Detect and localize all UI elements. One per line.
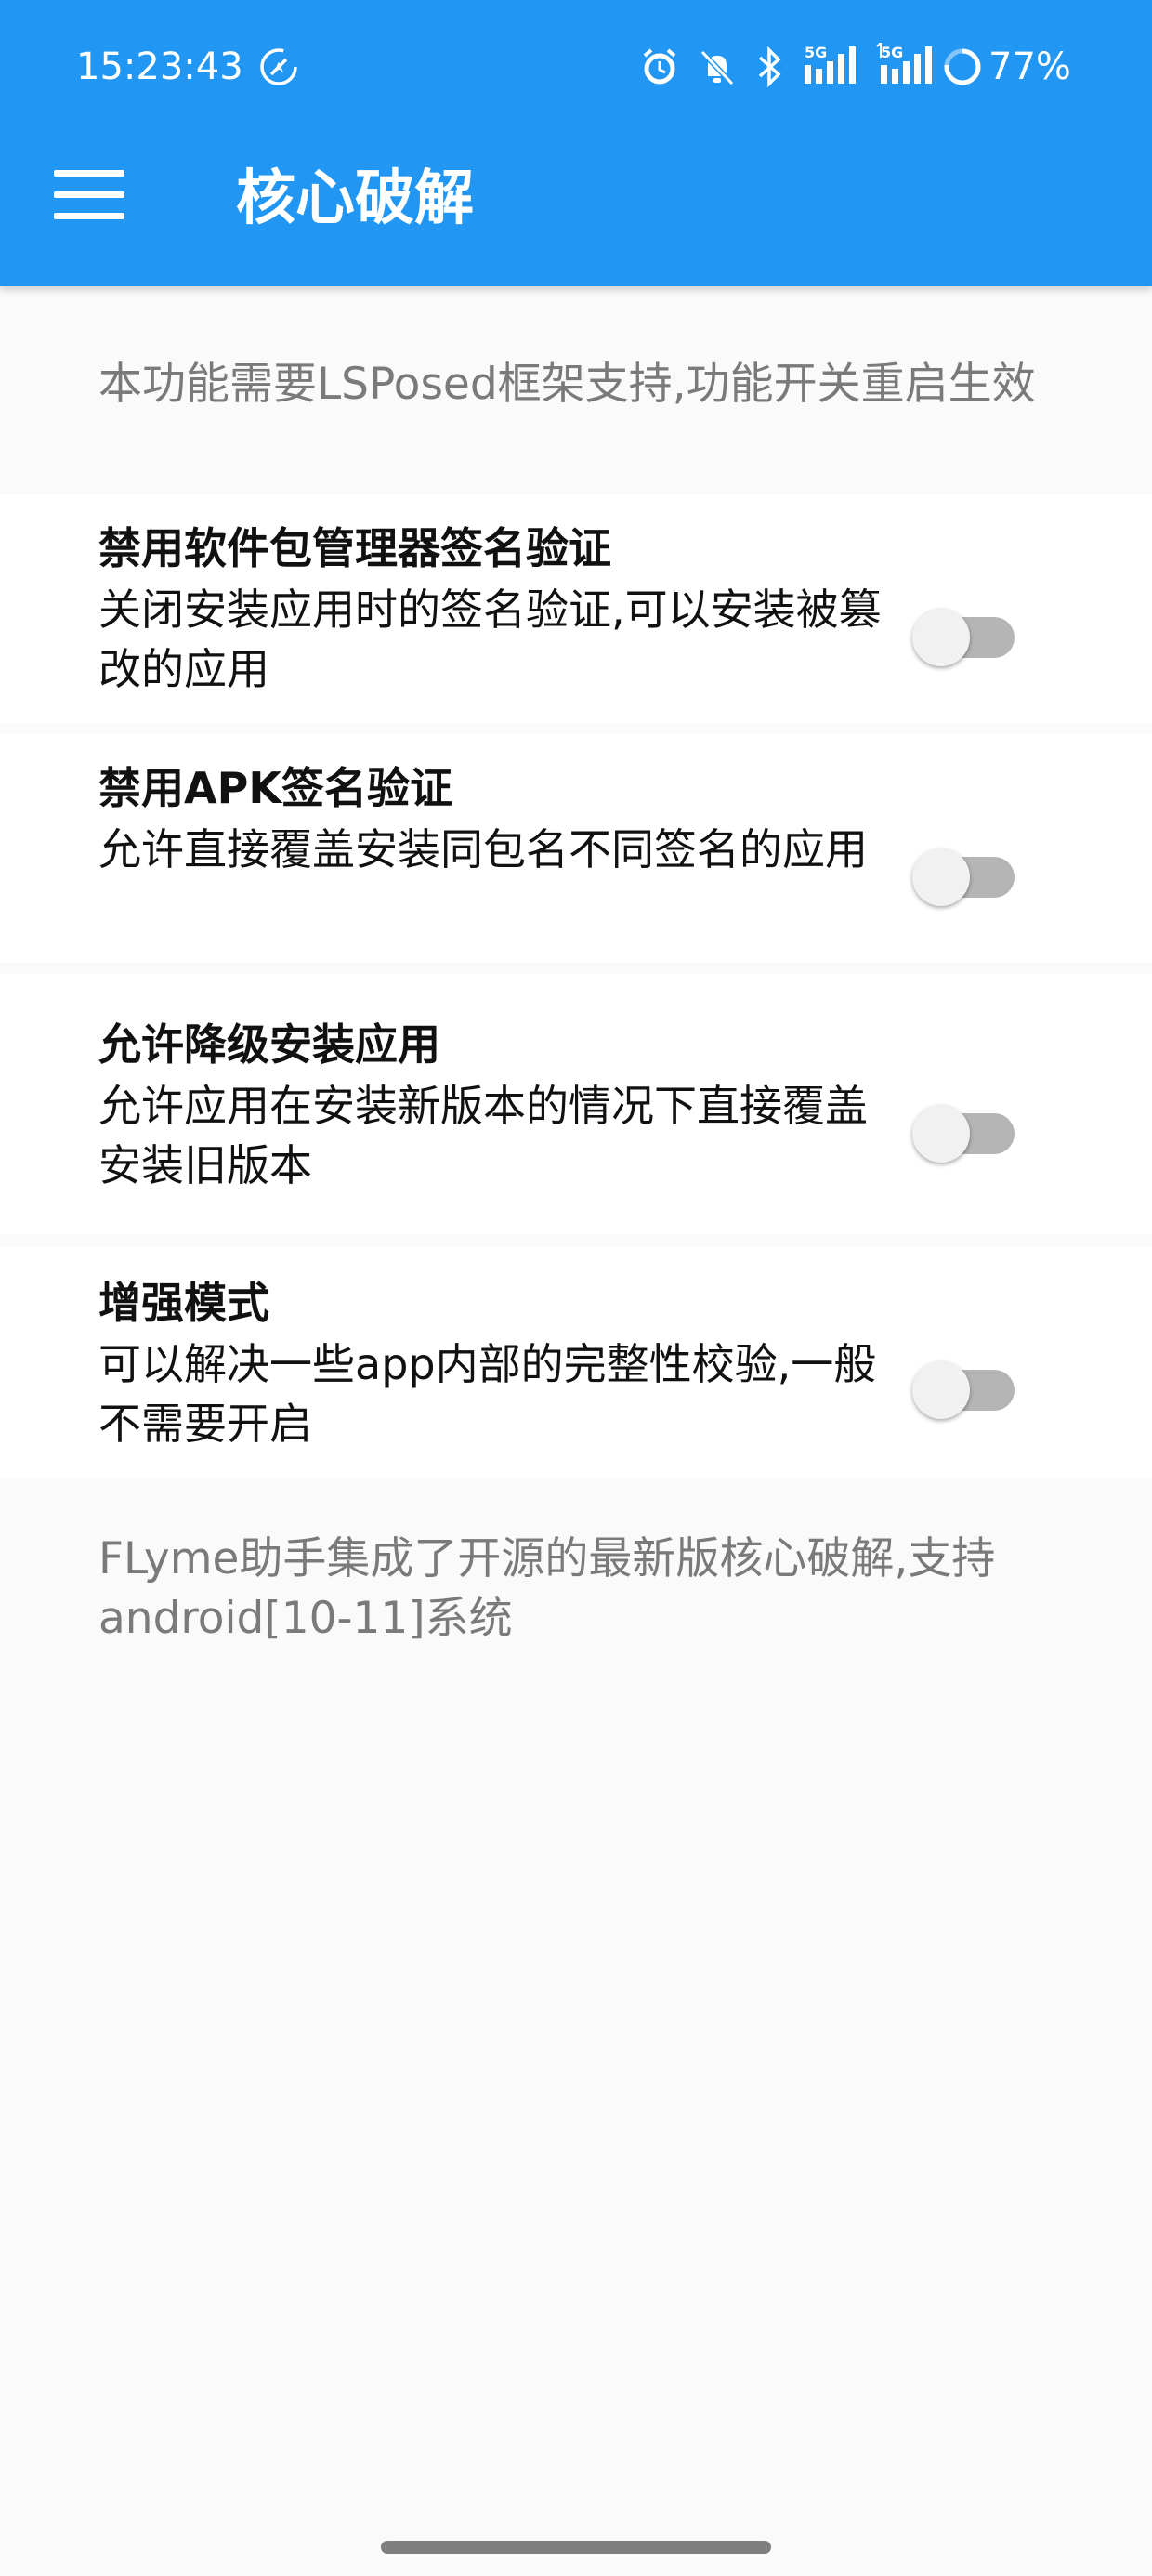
menu-icon xyxy=(54,169,124,177)
footer-note: FLyme助手集成了开源的最新版核心破解,支持android[10-11]系统 xyxy=(98,1533,996,1644)
setting-item-enhanced-mode[interactable]: 增强模式 可以解决一些app内部的完整性校验,一般不需要开启 xyxy=(0,1247,1152,1478)
status-bar: 15:23:43 A 5G 5G 77% xyxy=(0,0,1152,138)
toggle-switch[interactable] xyxy=(912,848,1015,906)
setting-description: 可以解决一些app内部的完整性校验,一般不需要开启 xyxy=(98,1339,877,1449)
svg-text:5G: 5G xyxy=(805,44,827,61)
toggle-switch[interactable] xyxy=(912,1105,1015,1163)
toggle-switch[interactable] xyxy=(912,1361,1015,1419)
setting-description: 允许直接覆盖安装同包名不同签名的应用 xyxy=(98,824,868,874)
signal-5g-icon: 5G xyxy=(803,43,858,91)
data-saver-icon: A xyxy=(258,46,299,91)
alarm-icon xyxy=(639,46,680,91)
setting-item-allow-downgrade[interactable]: 允许降级安装应用 允许应用在安装新版本的情况下直接覆盖安装旧版本 xyxy=(0,974,1152,1234)
home-indicator[interactable] xyxy=(381,2541,771,2554)
toggle-switch[interactable] xyxy=(912,609,1015,666)
status-time: 15:23:43 xyxy=(76,46,243,88)
setting-title: 禁用APK签名验证 xyxy=(98,763,452,813)
setting-title: 禁用软件包管理器签名验证 xyxy=(98,523,611,573)
setting-title: 允许降级安装应用 xyxy=(98,1019,440,1070)
page-title: 核心破解 xyxy=(236,164,474,233)
svg-text:A: A xyxy=(274,61,283,76)
setting-item-disable-pm-signature[interactable]: 禁用软件包管理器签名验证 关闭安装应用时的签名验证,可以安装被篡改的应用 xyxy=(0,494,1152,723)
mute-icon xyxy=(697,46,738,91)
svg-text:5G: 5G xyxy=(881,44,903,61)
setting-item-disable-apk-signature[interactable]: 禁用APK签名验证 允许直接覆盖安装同包名不同签名的应用 xyxy=(0,734,1152,963)
battery-percent: 77% xyxy=(988,46,1071,88)
bluetooth-icon xyxy=(754,46,786,91)
header-note: 本功能需要LSPosed框架支持,功能开关重启生效 xyxy=(98,359,1036,410)
app-bar: 15:23:43 A 5G 5G 77% 核心破解 xyxy=(0,0,1152,286)
setting-description: 关闭安装应用时的签名验证,可以安装被篡改的应用 xyxy=(98,585,882,694)
signal-5g-icon-2: 5G xyxy=(875,40,935,91)
setting-description: 允许应用在安装新版本的情况下直接覆盖安装旧版本 xyxy=(98,1081,868,1190)
battery-ring-icon xyxy=(942,46,983,91)
setting-title: 增强模式 xyxy=(98,1278,269,1328)
menu-button[interactable] xyxy=(54,160,128,229)
